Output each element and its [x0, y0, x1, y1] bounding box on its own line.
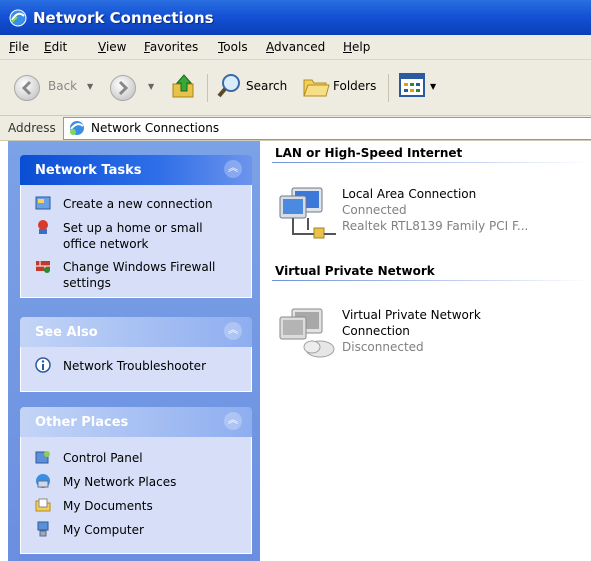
- title-bar: Network Connections: [0, 0, 591, 35]
- lan-connection-icon: [279, 187, 336, 239]
- group-header-lan: LAN or High-Speed Internet: [275, 146, 463, 160]
- up-folder-icon: [172, 74, 194, 98]
- menu-help[interactable]: Help: [343, 40, 370, 54]
- other-places-title: Other Places: [35, 415, 129, 430]
- my-documents-icon: [35, 498, 51, 512]
- connection-vpn[interactable]: Virtual Private Network Connection Disco…: [278, 307, 578, 367]
- connection-device: Realtek RTL8139 Family PCI F...: [342, 219, 529, 233]
- toolbar-separator: [388, 74, 389, 102]
- forward-dropdown-icon[interactable]: ▼: [148, 82, 154, 91]
- collapse-chevron-icon[interactable]: ︽: [224, 322, 242, 340]
- network-tasks-title: Network Tasks: [35, 163, 142, 178]
- window-title: Network Connections: [33, 9, 214, 27]
- menu-advanced[interactable]: Advanced: [266, 40, 325, 54]
- toolbar: Back ▼ ▼ Search Folders ▼: [0, 60, 591, 116]
- other-places-header[interactable]: Other Places ︽: [20, 407, 252, 437]
- firewall-icon: [36, 261, 50, 273]
- see-also-panel: See Also ︽ Network Troubleshooter: [20, 317, 252, 392]
- network-connections-icon: [9, 9, 27, 27]
- back-dropdown-icon[interactable]: ▼: [87, 82, 93, 91]
- menu-favorites[interactable]: Favorites: [144, 40, 198, 54]
- network-connections-icon: [70, 121, 84, 135]
- connections-view: LAN or High-Speed Internet Local Area Co…: [260, 141, 591, 561]
- task-label: Change Windows Firewall settings: [63, 260, 216, 290]
- menu-tools[interactable]: Tools: [218, 40, 248, 54]
- network-tasks-panel: Network Tasks ︽ Create a new connection …: [20, 155, 252, 298]
- forward-arrow-icon: [110, 75, 136, 101]
- address-field[interactable]: Network Connections: [63, 117, 591, 140]
- collapse-chevron-icon[interactable]: ︽: [224, 412, 242, 430]
- info-icon: [35, 357, 51, 373]
- other-places-panel: Other Places ︽ Control Panel My Network …: [20, 407, 252, 554]
- network-tasks-header[interactable]: Network Tasks ︽: [20, 155, 252, 185]
- see-also-title: See Also: [35, 325, 98, 340]
- vpn-connection-icon: [279, 308, 335, 358]
- home-network-icon: [38, 220, 48, 234]
- search-icon: [217, 74, 240, 98]
- views-button[interactable]: ▼: [398, 72, 442, 102]
- my-computer-icon: [37, 521, 49, 537]
- group-header-vpn: Virtual Private Network: [275, 264, 435, 278]
- folders-label: Folders: [333, 79, 377, 93]
- back-label: Back: [48, 79, 78, 93]
- control-panel-icon: [35, 451, 50, 464]
- views-icon: [399, 73, 425, 97]
- back-arrow-icon: [14, 75, 40, 101]
- see-also-header[interactable]: See Also ︽: [20, 317, 252, 347]
- place-label: My Computer: [63, 523, 144, 537]
- other-places-body: Control Panel My Network Places My Docum…: [20, 437, 252, 554]
- place-label: Control Panel: [63, 451, 143, 465]
- network-tasks-body: Create a new connection Set up a home or…: [20, 185, 252, 298]
- folders-icon: [303, 79, 330, 97]
- place-label: My Documents: [63, 499, 153, 513]
- menu-file[interactable]: File: [9, 40, 29, 54]
- connection-local-area[interactable]: Local Area Connection Connected Realtek …: [278, 186, 578, 246]
- toolbar-separator: [207, 74, 208, 102]
- group-divider: [272, 162, 591, 163]
- new-connection-icon: [35, 196, 51, 210]
- search-label: Search: [246, 79, 288, 93]
- collapse-chevron-icon[interactable]: ︽: [224, 160, 242, 178]
- menu-bar: File Edit View Favorites Tools Advanced …: [0, 35, 591, 60]
- back-button[interactable]: Back ▼: [14, 72, 99, 102]
- connection-name: Virtual Private Network Connection: [342, 308, 481, 338]
- folders-button[interactable]: Folders: [302, 72, 382, 102]
- connection-name: Local Area Connection: [342, 187, 477, 201]
- address-label: Address: [8, 121, 56, 135]
- network-places-icon: [36, 474, 50, 488]
- group-divider: [272, 280, 591, 281]
- forward-button[interactable]: ▼: [110, 72, 160, 102]
- task-label: Network Troubleshooter: [63, 359, 206, 373]
- address-bar: Address Network Connections: [0, 116, 591, 141]
- address-value: Network Connections: [91, 121, 220, 135]
- menu-edit[interactable]: Edit: [44, 40, 67, 54]
- task-pane: Network Tasks ︽ Create a new connection …: [8, 141, 260, 561]
- search-button[interactable]: Search: [216, 72, 294, 102]
- place-label: My Network Places: [63, 475, 177, 489]
- views-dropdown-icon[interactable]: ▼: [430, 82, 436, 91]
- up-folder-button[interactable]: [170, 72, 198, 102]
- connection-status: Disconnected: [342, 340, 424, 354]
- connection-status: Connected: [342, 203, 407, 217]
- see-also-body: Network Troubleshooter: [20, 347, 252, 392]
- task-label: Set up a home or small office network: [63, 221, 203, 251]
- menu-view[interactable]: View: [98, 40, 126, 54]
- task-label: Create a new connection: [63, 197, 213, 211]
